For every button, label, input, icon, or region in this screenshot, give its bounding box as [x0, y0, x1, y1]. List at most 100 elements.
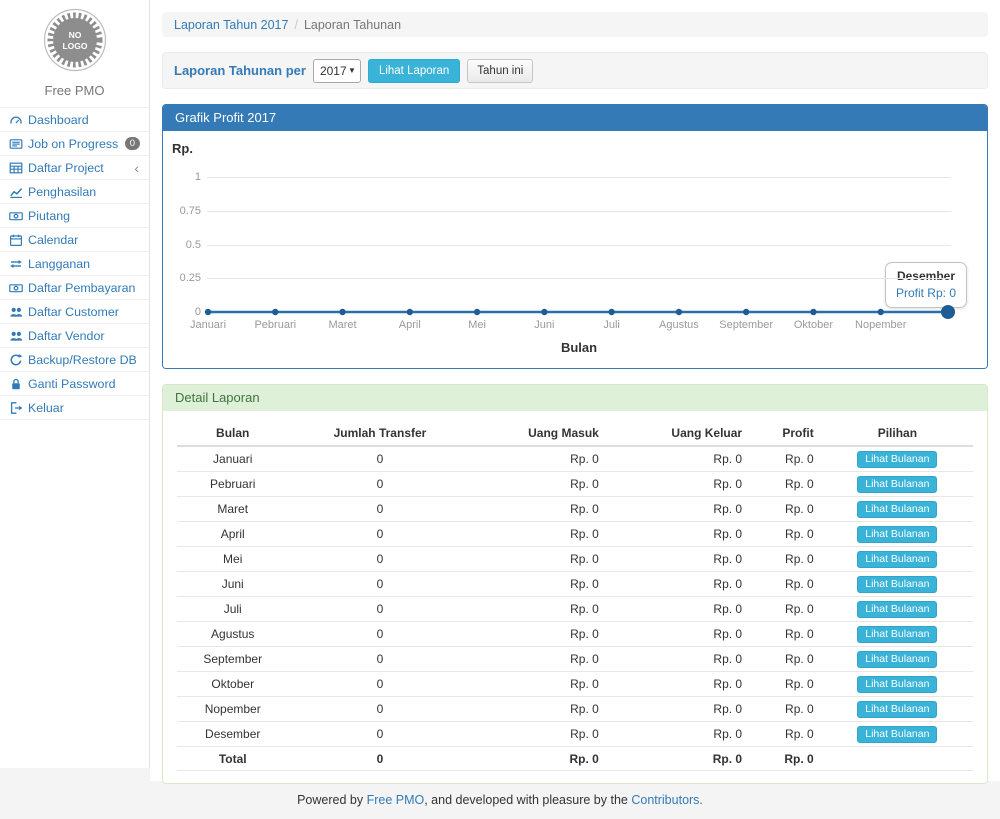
- lihat-bulanan-button[interactable]: Lihat Bulanan: [857, 626, 937, 643]
- sidebar-item-label: Langganan: [28, 257, 90, 271]
- sidebar-item-langganan[interactable]: Langganan: [0, 252, 149, 275]
- detail-panel-body: BulanJumlah TransferUang MasukUang Kelua…: [163, 411, 987, 783]
- detail-report-panel: Detail Laporan BulanJumlah TransferUang …: [162, 384, 988, 784]
- table-cell: Rp. 0: [472, 522, 607, 547]
- lock-icon: [9, 377, 23, 391]
- tahun-ini-button[interactable]: Tahun ini: [467, 59, 533, 83]
- lihat-bulanan-button[interactable]: Lihat Bulanan: [857, 651, 937, 668]
- lihat-bulanan-button[interactable]: Lihat Bulanan: [857, 451, 937, 468]
- table-cell: Rp. 0: [607, 497, 750, 522]
- sidebar-item-label: Keluar: [28, 401, 64, 415]
- table-icon: [9, 161, 23, 175]
- table-cell: Rp. 0: [750, 547, 822, 572]
- lihat-laporan-button[interactable]: Lihat Laporan: [368, 59, 460, 83]
- table-row: Desember0Rp. 0Rp. 0Rp. 0Lihat Bulanan: [177, 722, 973, 747]
- sidebar-item-daftar-pembayaran[interactable]: Daftar Pembayaran: [0, 276, 149, 299]
- lihat-bulanan-button[interactable]: Lihat Bulanan: [857, 501, 937, 518]
- table-row: Nopember0Rp. 0Rp. 0Rp. 0Lihat Bulanan: [177, 697, 973, 722]
- lihat-bulanan-button[interactable]: Lihat Bulanan: [857, 526, 937, 543]
- footer-link-free-pmo[interactable]: Free PMO: [367, 793, 425, 807]
- table-cell: Rp. 0: [607, 722, 750, 747]
- table-cell: Nopember: [177, 697, 288, 722]
- lihat-bulanan-button[interactable]: Lihat Bulanan: [857, 576, 937, 593]
- sidebar-item-label: Ganti Password: [28, 377, 115, 391]
- sidebar-item-label: Calendar: [28, 233, 78, 247]
- table-cell-action: Lihat Bulanan: [822, 597, 973, 622]
- sidebar-item-keluar[interactable]: Keluar: [0, 396, 149, 419]
- data-point-september: [743, 309, 749, 315]
- sidebar-item-label: Daftar Project: [28, 161, 104, 175]
- column-header-profit: Profit: [750, 421, 822, 446]
- lihat-bulanan-button[interactable]: Lihat Bulanan: [857, 726, 937, 743]
- data-point-oktober: [810, 309, 816, 315]
- sidebar-item-label: Backup/Restore DB: [28, 353, 137, 367]
- users-icon: [9, 329, 23, 343]
- sidebar-item-penghasilan[interactable]: Penghasilan: [0, 180, 149, 203]
- no-logo-seal-icon: NO LOGO: [42, 7, 108, 73]
- users-icon: [9, 305, 23, 319]
- table-cell: Rp. 0: [472, 647, 607, 672]
- table-cell: Rp. 0: [607, 446, 750, 472]
- sidebar-item-ganti-password[interactable]: Ganti Password: [0, 372, 149, 395]
- sidebar-item-piutang[interactable]: Piutang: [0, 204, 149, 227]
- footer-link-contributors[interactable]: Contributors.: [631, 793, 703, 807]
- sidebar-item-label: Piutang: [28, 209, 70, 223]
- svg-text:NO: NO: [68, 30, 81, 40]
- sidebar-item-daftar-project[interactable]: Daftar Project: [0, 156, 149, 179]
- sidebar-item-daftar-customer[interactable]: Daftar Customer: [0, 300, 149, 323]
- table-cell-action: Lihat Bulanan: [822, 472, 973, 497]
- sidebar-menu: DashboardJob on Progress0Daftar Project‹…: [0, 107, 149, 420]
- table-cell: Rp. 0: [472, 597, 607, 622]
- sidebar-item-label: Daftar Pembayaran: [28, 281, 135, 295]
- table-row: Juli0Rp. 0Rp. 0Rp. 0Lihat Bulanan: [177, 597, 973, 622]
- year-select[interactable]: 2017 ▼: [313, 59, 361, 83]
- sidebar-item-calendar[interactable]: Calendar: [0, 228, 149, 251]
- column-header-jumlah-transfer: Jumlah Transfer: [288, 421, 471, 446]
- lihat-bulanan-button[interactable]: Lihat Bulanan: [857, 551, 937, 568]
- lihat-bulanan-button[interactable]: Lihat Bulanan: [857, 601, 937, 618]
- data-point-april: [407, 309, 413, 315]
- table-cell: April: [177, 522, 288, 547]
- table-cell: Rp. 0: [472, 472, 607, 497]
- table-cell: 0: [288, 622, 471, 647]
- sidebar-item-dashboard[interactable]: Dashboard: [0, 108, 149, 131]
- table-cell-action: Lihat Bulanan: [822, 446, 973, 472]
- data-point-juni: [541, 309, 547, 315]
- table-row: Januari0Rp. 0Rp. 0Rp. 0Lihat Bulanan: [177, 446, 973, 472]
- money-icon: [9, 209, 23, 223]
- table-cell-action: Lihat Bulanan: [822, 647, 973, 672]
- table-cell: Rp. 0: [472, 722, 607, 747]
- footer-text: Powered by: [297, 793, 363, 807]
- table-cell: Rp. 0: [750, 572, 822, 597]
- sidebar-item-daftar-vendor[interactable]: Daftar Vendor: [0, 324, 149, 347]
- column-header-uang-keluar: Uang Keluar: [607, 421, 750, 446]
- table-cell-action: Lihat Bulanan: [822, 622, 973, 647]
- table-cell: Rp. 0: [472, 547, 607, 572]
- table-cell-action: Lihat Bulanan: [822, 522, 973, 547]
- table-row: Pebruari0Rp. 0Rp. 0Rp. 0Lihat Bulanan: [177, 472, 973, 497]
- table-cell: 0: [288, 472, 471, 497]
- page-footer: Powered by Free PMO, and developed with …: [0, 781, 1000, 819]
- sidebar-item-backup-restore-db[interactable]: Backup/Restore DB: [0, 348, 149, 371]
- breadcrumb-link-laporan-tahun[interactable]: Laporan Tahun 2017: [174, 18, 288, 32]
- data-point-agustus: [676, 309, 682, 315]
- table-cell: Oktober: [177, 672, 288, 697]
- lihat-bulanan-button[interactable]: Lihat Bulanan: [857, 676, 937, 693]
- table-cell-action: Lihat Bulanan: [822, 547, 973, 572]
- lihat-bulanan-button[interactable]: Lihat Bulanan: [857, 476, 937, 493]
- data-point-januari: [205, 309, 211, 315]
- table-cell: Mei: [177, 547, 288, 572]
- lihat-bulanan-button[interactable]: Lihat Bulanan: [857, 701, 937, 718]
- table-cell: Rp. 0: [472, 572, 607, 597]
- table-cell: Rp. 0: [607, 472, 750, 497]
- money-icon: [9, 281, 23, 295]
- table-cell: 0: [288, 697, 471, 722]
- profit-chart-panel: Grafik Profit 2017 Rp. Bulan Desember Pr…: [162, 104, 988, 369]
- profit-chart: Rp. Bulan Desember Profit Rp: 0 00.250.5…: [163, 131, 987, 368]
- table-cell: 0: [288, 597, 471, 622]
- table-row: Maret0Rp. 0Rp. 0Rp. 0Lihat Bulanan: [177, 497, 973, 522]
- table-cell-action: Lihat Bulanan: [822, 497, 973, 522]
- table-cell: Rp. 0: [607, 622, 750, 647]
- table-cell: Agustus: [177, 622, 288, 647]
- table-cell: Rp. 0: [750, 647, 822, 672]
